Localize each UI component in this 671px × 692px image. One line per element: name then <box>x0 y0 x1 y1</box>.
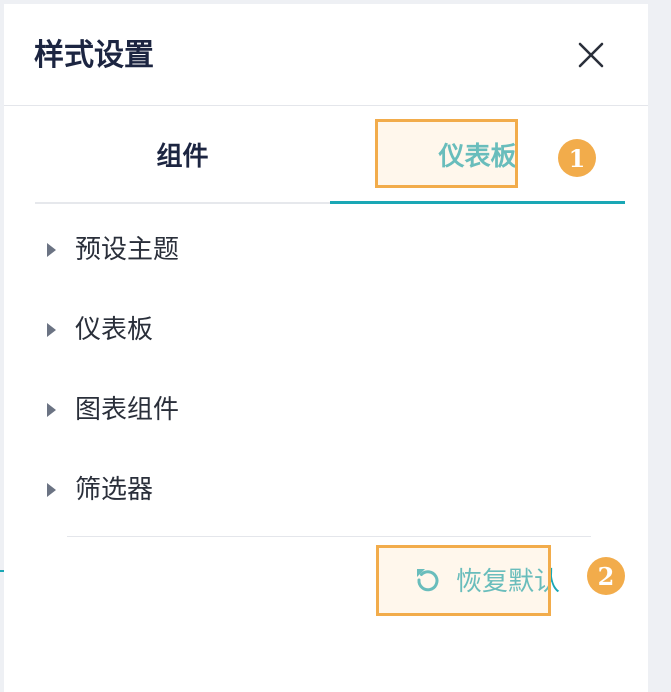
style-settings-panel: 样式设置 组件 仪表板 预设主题 仪表板 图表组件 筛选器 恢复默认 1 2 <box>4 4 648 692</box>
tab-components[interactable]: 组件 <box>35 107 330 202</box>
section-label: 预设主题 <box>75 235 180 265</box>
panel-title: 样式设置 <box>34 38 154 73</box>
close-icon <box>578 42 604 68</box>
reset-default-button[interactable]: 恢复默认 <box>384 556 560 602</box>
section-label: 仪表板 <box>75 315 154 345</box>
active-tab-underline <box>330 201 625 204</box>
section-chart-components[interactable]: 图表组件 <box>35 368 625 448</box>
refresh-icon <box>417 569 439 592</box>
section-preset-theme[interactable]: 预设主题 <box>35 208 625 288</box>
footer-divider <box>67 536 591 537</box>
annotation-badge-1: 1 <box>558 139 596 177</box>
caret-right-icon <box>47 483 56 497</box>
tab-bar: 组件 仪表板 <box>35 107 625 204</box>
section-dashboard[interactable]: 仪表板 <box>35 288 625 368</box>
section-label: 筛选器 <box>75 475 154 505</box>
section-list: 预设主题 仪表板 图表组件 筛选器 <box>35 208 625 528</box>
panel-header: 样式设置 <box>4 4 648 106</box>
caret-right-icon <box>47 243 56 257</box>
close-button[interactable] <box>574 38 608 72</box>
section-label: 图表组件 <box>75 395 180 425</box>
caret-right-icon <box>47 323 56 337</box>
reset-label: 恢复默认 <box>456 566 561 597</box>
caret-right-icon <box>47 403 56 417</box>
annotation-badge-2: 2 <box>587 557 625 595</box>
section-filters[interactable]: 筛选器 <box>35 448 625 528</box>
